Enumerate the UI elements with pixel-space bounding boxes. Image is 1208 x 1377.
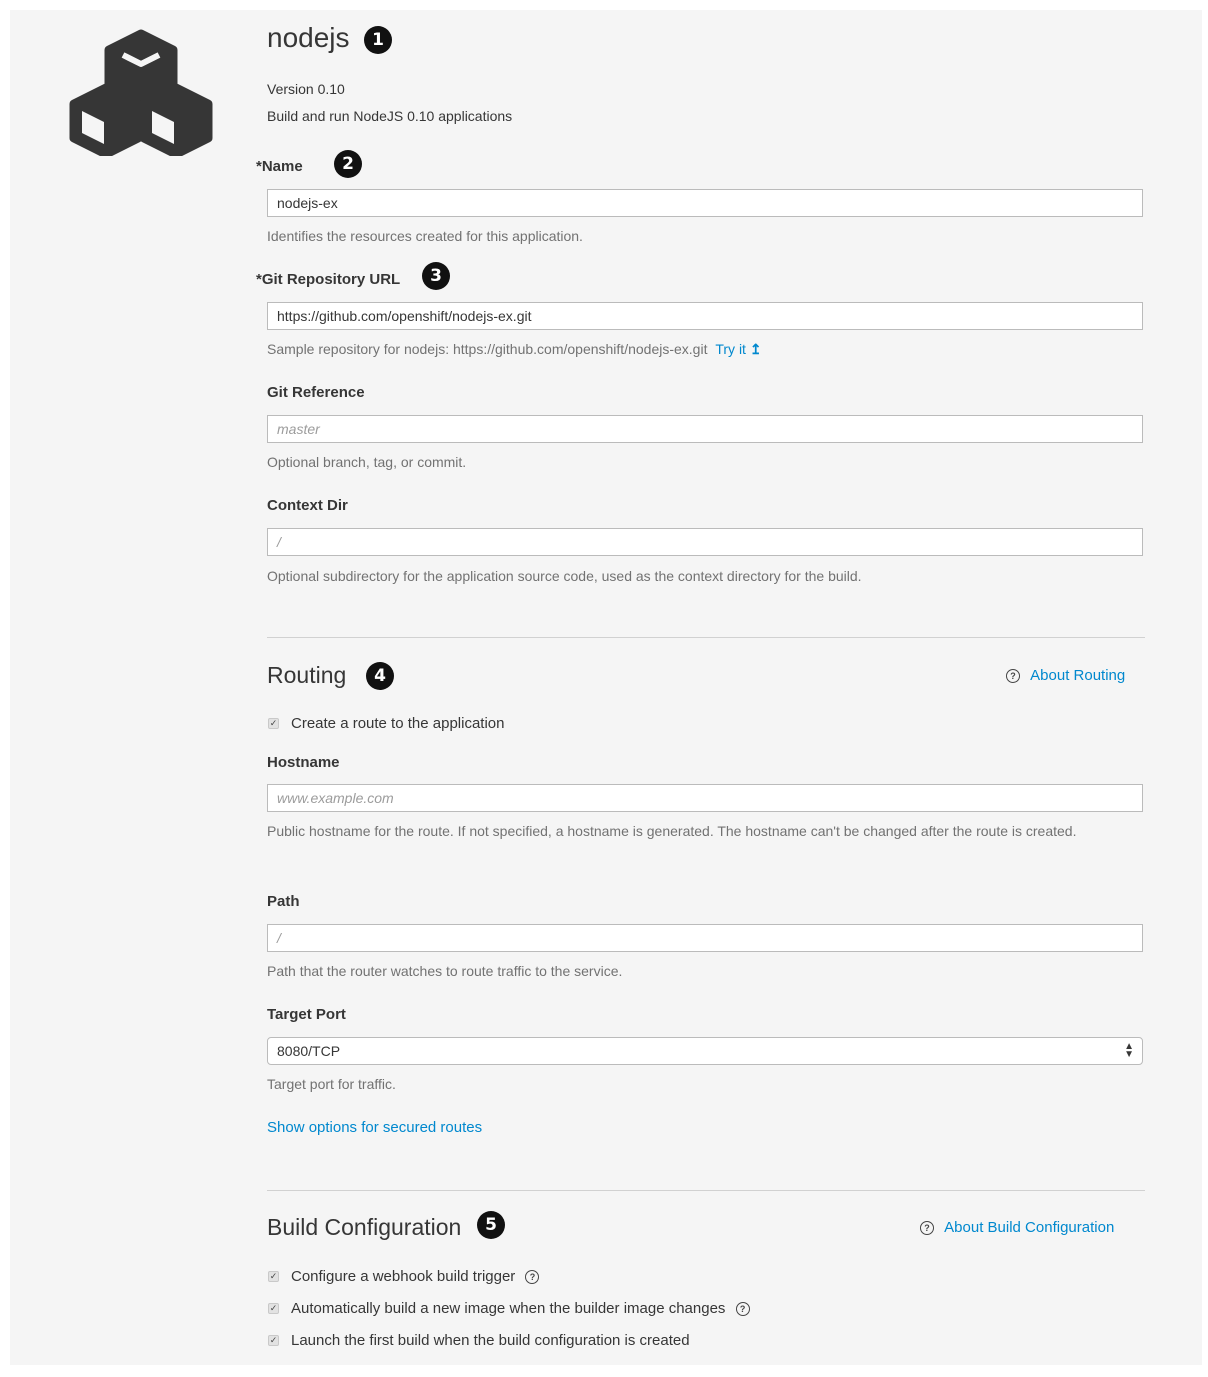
auto-build-label: Automatically build a new image when the… <box>291 1300 726 1317</box>
hostname-help: Public hostname for the route. If not sp… <box>267 823 1077 839</box>
external-link-icon: ↥ <box>749 341 762 357</box>
name-label: *Name <box>256 158 303 175</box>
select-arrows-icon: ▲ ▼ <box>1124 1041 1134 1060</box>
routing-title: Routing <box>267 662 347 688</box>
target-port-select[interactable]: 8080/TCP ▲ ▼ <box>267 1037 1143 1065</box>
step-badge-4: 4 <box>366 662 394 690</box>
webhook-trigger-option: Configure a webhook build trigger ? <box>291 1268 540 1285</box>
try-it-link[interactable]: Try it ↥ <box>715 341 761 357</box>
help-circle-icon[interactable]: ? <box>735 1302 750 1317</box>
path-label: Path <box>267 893 300 910</box>
step-badge-1: 1 <box>364 26 392 54</box>
hostname-input[interactable]: www.example.com <box>267 784 1143 812</box>
target-port-value: 8080/TCP <box>277 1043 341 1059</box>
try-it-label: Try it <box>715 341 746 357</box>
git-ref-help: Optional branch, tag, or commit. <box>267 454 467 470</box>
git-url-help-text: Sample repository for nodejs: https://gi… <box>267 341 708 357</box>
launch-first-build-label: Launch the first build when the build co… <box>291 1332 690 1349</box>
webhook-trigger-checkbox[interactable]: ✓ <box>268 1271 279 1282</box>
about-build-config-link[interactable]: ? About Build Configuration <box>920 1219 1114 1236</box>
git-url-label: *Git Repository URL <box>256 271 400 288</box>
help-circle-icon[interactable]: ? <box>525 1270 540 1285</box>
launch-first-build-checkbox[interactable]: ✓ <box>268 1335 279 1346</box>
path-input[interactable]: / <box>267 924 1143 952</box>
auto-build-checkbox[interactable]: ✓ <box>268 1303 279 1314</box>
description-text: Build and run NodeJS 0.10 applications <box>267 108 513 124</box>
create-route-label: Create a route to the application <box>291 715 505 732</box>
context-dir-label: Context Dir <box>267 497 348 514</box>
name-help: Identifies the resources created for thi… <box>267 228 583 244</box>
git-ref-label: Git Reference <box>267 384 365 401</box>
hostname-label: Hostname <box>267 754 340 771</box>
secured-routes-link[interactable]: Show options for secured routes <box>267 1119 482 1136</box>
name-input[interactable]: nodejs-ex <box>267 189 1143 217</box>
step-badge-3: 3 <box>422 262 450 290</box>
step-badge-5: 5 <box>477 1211 505 1239</box>
about-routing-link[interactable]: ? About Routing <box>1006 667 1125 684</box>
divider <box>267 637 1145 638</box>
target-port-help: Target port for traffic. <box>267 1076 396 1092</box>
build-config-title: Build Configuration <box>267 1214 462 1240</box>
help-circle-icon: ? <box>1006 669 1020 684</box>
about-build-config-label: About Build Configuration <box>944 1219 1115 1236</box>
git-url-input[interactable]: https://github.com/openshift/nodejs-ex.g… <box>267 302 1143 330</box>
git-url-help: Sample repository for nodejs: https://gi… <box>267 336 762 363</box>
context-dir-input[interactable]: / <box>267 528 1143 556</box>
version-text: Version 0.10 <box>267 81 345 97</box>
step-badge-2: 2 <box>334 150 362 178</box>
create-route-checkbox[interactable]: ✓ <box>268 718 279 729</box>
path-help: Path that the router watches to route tr… <box>267 963 623 979</box>
git-url-label-text: Git Repository URL <box>261 271 401 288</box>
page-title: nodejs <box>267 22 350 53</box>
about-routing-label: About Routing <box>1030 667 1126 684</box>
auto-build-option: Automatically build a new image when the… <box>291 1300 750 1317</box>
git-ref-input[interactable]: master <box>267 415 1143 443</box>
divider <box>267 1190 1145 1191</box>
webhook-trigger-label: Configure a webhook build trigger <box>291 1268 516 1285</box>
help-circle-icon: ? <box>920 1221 934 1236</box>
cubes-icon <box>69 29 213 156</box>
target-port-label: Target Port <box>267 1006 346 1023</box>
name-label-text: Name <box>261 158 303 175</box>
context-dir-help: Optional subdirectory for the applicatio… <box>267 568 862 584</box>
